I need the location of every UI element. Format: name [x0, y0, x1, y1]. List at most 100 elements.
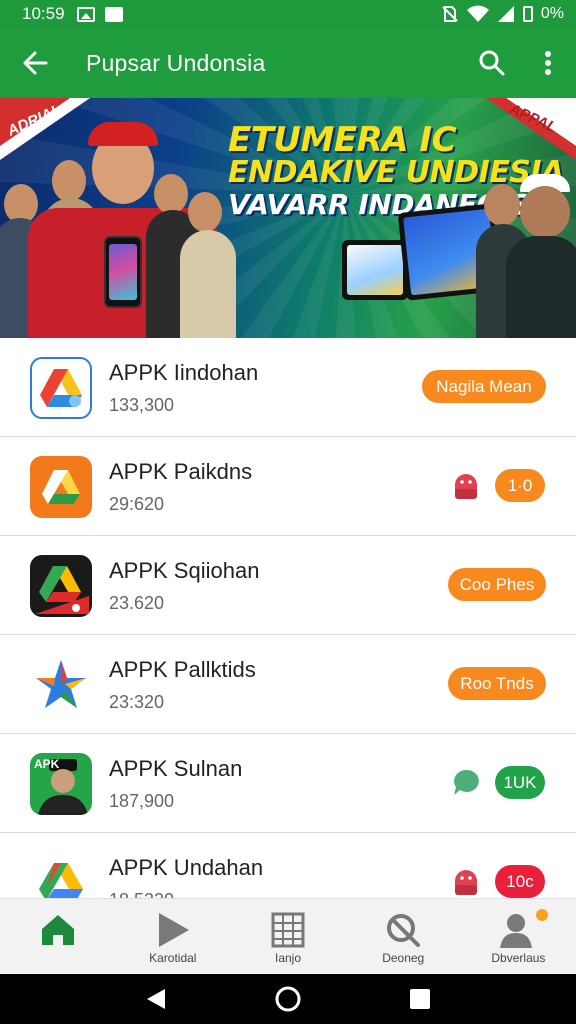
- app-icon: [30, 852, 92, 898]
- app-count: 23.620: [109, 593, 165, 613]
- app-name: APPK Undahan: [109, 855, 264, 880]
- app-icon: [30, 357, 92, 419]
- list-item[interactable]: APPK Sqiiohan 23.620 Coo Phes: [0, 536, 576, 635]
- nav-item-deoneg[interactable]: Deoneg: [346, 899, 461, 974]
- app-action-button[interactable]: 10c: [495, 865, 545, 898]
- system-back-button[interactable]: [136, 979, 176, 1019]
- home-icon-wrap: [38, 911, 78, 949]
- nav-label: Deoneg: [382, 951, 425, 965]
- person-head: [188, 192, 222, 232]
- search-button[interactable]: [464, 28, 520, 98]
- no-search-icon-wrap: [383, 911, 423, 949]
- status-bar: 10:59 0%: [0, 0, 576, 28]
- profile-icon: [500, 914, 533, 948]
- battery-percent: 0%: [540, 5, 564, 22]
- nav-label: Karotidal: [149, 951, 197, 965]
- promo-banner[interactable]: ADRIAL APPAL ETUMERA IC ENDAKIVE UNDIESI…: [0, 98, 576, 338]
- row-text: APPK Sulnan 187,900: [109, 756, 242, 812]
- orange-drive-icon: [42, 470, 80, 504]
- wifi-icon: [466, 5, 489, 22]
- home-icon: [41, 915, 74, 945]
- nav-item-dbverlaus[interactable]: Dbverlaus: [461, 899, 576, 974]
- phone-display: [109, 244, 137, 300]
- app-bar: Pupsar Undonsia: [0, 28, 576, 98]
- person-head: [520, 186, 570, 238]
- search-icon: [479, 50, 505, 76]
- phone-screen: 10:59 0% Pupsar Undonsia ADRIAL APPAL ET…: [0, 0, 576, 1024]
- page-title: Pupsar Undonsia: [86, 49, 266, 76]
- grid-icon: [271, 912, 305, 948]
- nav-label: Dbverlaus: [491, 951, 546, 965]
- back-button[interactable]: [0, 28, 70, 98]
- app-name: APPK Pallktids: [109, 657, 256, 682]
- star-logo-icon: [36, 660, 86, 708]
- nav-item-karotidal[interactable]: Karotidal: [115, 899, 230, 974]
- person-right-2: [506, 174, 576, 338]
- app-action-button[interactable]: 1·0: [495, 469, 545, 502]
- app-count: 187,900: [109, 791, 175, 811]
- row-text: APPK Paikdns 29:620: [109, 459, 252, 515]
- app-action-button[interactable]: Nagila Mean: [422, 370, 546, 403]
- row-text: APPK Sqiiohan 23.620: [109, 558, 259, 614]
- status-left-icons: [76, 6, 123, 22]
- tablet-small: [342, 240, 408, 300]
- profile-icon-wrap: [498, 911, 538, 949]
- chat-bubble-icon: [454, 769, 479, 795]
- app-count: 23:320: [109, 692, 165, 712]
- app-icon: [30, 456, 92, 518]
- no-sim-icon: [442, 6, 458, 22]
- system-recents-button[interactable]: [400, 979, 440, 1019]
- bottom-nav: Karotidal Ianjo Deoneg Dbverlaus: [0, 898, 576, 974]
- apk-label: APK: [34, 757, 60, 771]
- list-item[interactable]: APPK Paikdns 29:620 1·0: [0, 437, 576, 536]
- app-list: APPK Iindohan 133,300 Nagila Mean APPK P…: [0, 338, 576, 898]
- home-circle-icon: [275, 986, 301, 1012]
- system-nav-bar: [0, 974, 576, 1024]
- status-time: 10:59: [22, 4, 65, 23]
- android-red-icon: [455, 870, 477, 895]
- list-item[interactable]: APPK Undahan 18,5330 10c: [0, 833, 576, 898]
- app-icon: [30, 654, 92, 716]
- image-icon: [76, 6, 95, 22]
- more-options-button[interactable]: [520, 28, 576, 98]
- red-cap: [88, 122, 158, 146]
- app-action-button[interactable]: Roo Tnds: [448, 667, 546, 700]
- person-body: [506, 236, 576, 338]
- app-name: APPK Iindohan: [109, 360, 259, 385]
- row-text: APPK Pallktids 23:320: [109, 657, 256, 713]
- app-action-button[interactable]: Coo Phes: [448, 568, 546, 601]
- no-search-icon: [387, 914, 421, 947]
- system-home-button[interactable]: [268, 979, 308, 1019]
- app-count: 18,5330: [109, 890, 263, 898]
- app-count: 29:620: [109, 494, 165, 514]
- app-bar-actions: [464, 28, 576, 98]
- status-right-icons: 0%: [441, 5, 564, 23]
- list-item[interactable]: APPK Pallktids 23:320 Roo Tnds: [0, 635, 576, 734]
- nav-label: Ianjo: [274, 951, 302, 965]
- app-name: APPK Sulnan: [109, 756, 243, 781]
- nfc-icon: [104, 6, 123, 22]
- back-arrow-icon: [23, 51, 48, 75]
- list-item[interactable]: APK APPK Sulnan 187,900 1UK: [0, 734, 576, 833]
- recents-square-icon: [410, 989, 430, 1009]
- dark-drive-icon: [35, 566, 89, 614]
- list-item[interactable]: APPK Iindohan 133,300 Nagila Mean: [0, 338, 576, 437]
- app-icon: APK: [30, 753, 92, 815]
- play-icon: [158, 913, 189, 947]
- app-name: APPK Sqiiohan: [109, 558, 260, 583]
- banner-headline-1: ETUMERA IC: [228, 120, 457, 160]
- person-body: [180, 230, 236, 338]
- battery-icon: [522, 6, 533, 22]
- app-icon: [30, 555, 92, 617]
- app-action-button[interactable]: 1UK: [495, 766, 545, 799]
- nav-item-ianjo[interactable]: Ianjo: [230, 899, 345, 974]
- drive-logo-icon: [39, 863, 83, 898]
- app-name: APPK Paikdns: [109, 459, 253, 484]
- grid-icon-wrap: [268, 911, 308, 949]
- app-count: 133,300: [109, 395, 175, 415]
- back-triangle-icon: [147, 989, 165, 1009]
- notification-badge: [536, 909, 549, 921]
- row-text: APPK Undahan 18,5330: [109, 855, 263, 898]
- nav-item-home[interactable]: [0, 899, 115, 974]
- smartphone: [104, 236, 142, 308]
